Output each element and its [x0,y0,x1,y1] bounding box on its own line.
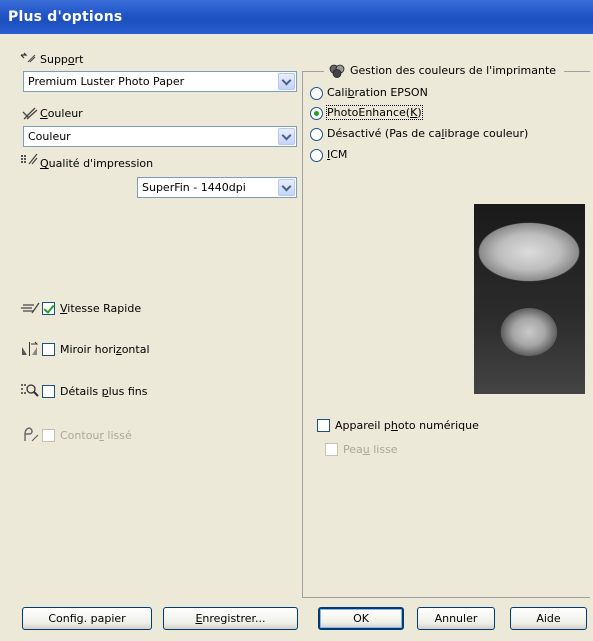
peau-lisse-checkbox[interactable] [325,443,338,456]
vitesse-rapide-checkbox[interactable] [42,302,55,315]
radio-photoenhance[interactable] [310,107,323,120]
group-title: Gestion des couleurs de l'imprimante [350,64,557,77]
radio-icm[interactable] [310,149,323,162]
edge-smoothing-icon [24,427,39,442]
chevron-down-icon[interactable] [278,179,295,196]
contour-lisse-label: Contour lissé [60,429,132,442]
miroir-horizontal-label[interactable]: Miroir horizontal [60,343,150,356]
radio-icm-label[interactable]: ICM [327,148,347,161]
qualite-label: Qualité d'impression [40,157,154,170]
couleur-select-value: Couleur [28,130,71,143]
radio-calibration-epson[interactable] [310,87,323,100]
couleur-label: Couleur [40,107,83,120]
qualite-select-value: SuperFin - 1440dpi [142,181,246,194]
mirror-icon [22,341,39,356]
annuler-button[interactable]: Annuler [417,607,495,630]
qualite-select[interactable]: SuperFin - 1440dpi [137,177,297,198]
title-bar: Plus d'options [0,0,593,34]
print-quality-icon [21,153,38,165]
enregistrer-button[interactable]: Enregistrer... [163,607,298,630]
high-speed-icon [21,302,40,314]
config-papier-button[interactable]: Config. papier [22,607,152,630]
radio-selected-dot [314,111,319,116]
miroir-horizontal-checkbox[interactable] [42,343,55,356]
finest-detail-icon [21,384,39,397]
chevron-down-icon[interactable] [278,128,295,145]
sample-preview-image [474,204,585,394]
details-plus-fins-checkbox[interactable] [42,385,55,398]
couleur-select[interactable]: Couleur [23,126,297,147]
appareil-photo-label[interactable]: Appareil photo numérique [335,419,479,432]
appareil-photo-checkbox[interactable] [317,419,330,432]
color-circles-icon [329,64,345,78]
color-brush-icon [22,107,38,120]
ok-button[interactable]: OK [318,607,404,630]
paper-support-icon [20,52,36,63]
window-title: Plus d'options [8,9,123,25]
peau-lisse-label: Peau lisse [343,443,398,456]
radio-desactive-label[interactable]: Désactivé (Pas de calibrage couleur) [327,127,528,140]
support-select[interactable]: Premium Luster Photo Paper [23,71,297,92]
support-select-value: Premium Luster Photo Paper [28,75,185,88]
contour-lisse-checkbox[interactable] [42,429,55,442]
support-label: Support [40,53,84,66]
aide-button[interactable]: Aide [510,607,587,630]
radio-calibration-epson-label[interactable]: Calibration EPSON [327,86,428,99]
details-plus-fins-label[interactable]: Détails plus fins [60,385,148,398]
radio-photoenhance-label[interactable]: PhotoEnhance(K) [326,105,423,120]
radio-desactive[interactable] [310,128,323,141]
chevron-down-icon[interactable] [278,73,295,90]
vitesse-rapide-label[interactable]: Vitesse Rapide [60,302,141,315]
check-icon [43,302,55,314]
